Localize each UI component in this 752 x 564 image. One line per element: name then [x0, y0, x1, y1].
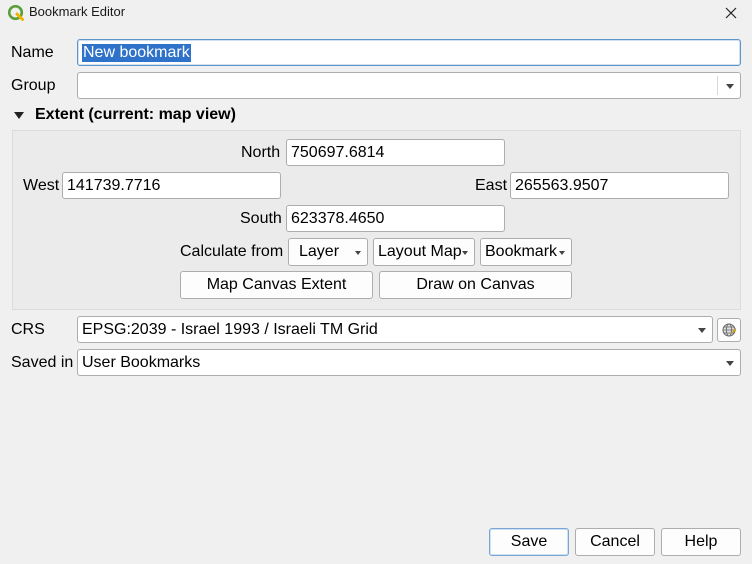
group-combobox[interactable] [77, 72, 741, 99]
calc-from-layer-button[interactable]: Layer [288, 238, 368, 266]
bookmark-editor-dialog: Bookmark Editor Name New bookmark Group … [0, 0, 752, 564]
saved-in-value: User Bookmarks [82, 353, 201, 371]
globe-crs-icon [722, 323, 736, 337]
calc-from-layout-map-label: Layout Map [378, 243, 462, 260]
map-canvas-extent-label: Map Canvas Extent [206, 276, 347, 293]
saved-in-combobox[interactable]: User Bookmarks [77, 349, 741, 376]
chevron-down-icon [698, 328, 706, 333]
east-label: East [475, 177, 508, 194]
draw-on-canvas-button[interactable]: Draw on Canvas [379, 271, 572, 299]
cancel-button[interactable]: Cancel [575, 528, 655, 556]
draw-on-canvas-label: Draw on Canvas [416, 276, 535, 293]
qgis-logo-icon [8, 5, 24, 21]
calc-from-bookmark-button[interactable]: Bookmark [480, 238, 572, 266]
map-canvas-extent-button[interactable]: Map Canvas Extent [180, 271, 373, 299]
name-label: Name [11, 44, 54, 61]
name-input[interactable]: New bookmark [77, 39, 741, 66]
cancel-label: Cancel [590, 533, 640, 550]
east-value: 265563.9507 [515, 176, 609, 194]
close-button[interactable] [716, 0, 746, 26]
calc-from-layer-label: Layer [299, 243, 340, 260]
name-input-value: New bookmark [82, 43, 191, 62]
chevron-down-icon [726, 84, 734, 89]
help-label: Help [684, 533, 718, 550]
extent-group-title: Extent (current: map view) [35, 106, 236, 123]
west-value: 141739.7716 [67, 176, 161, 194]
north-label: North [241, 144, 281, 161]
save-button[interactable]: Save [489, 528, 569, 556]
crs-combobox[interactable]: EPSG:2039 - Israel 1993 / Israeli TM Gri… [77, 316, 713, 343]
south-label: South [240, 210, 282, 227]
calc-from-bookmark-label: Bookmark [485, 243, 558, 260]
group-label: Group [11, 77, 56, 94]
crs-value: EPSG:2039 - Israel 1993 / Israeli TM Gri… [82, 320, 378, 338]
calc-from-layout-map-button[interactable]: Layout Map [373, 238, 475, 266]
west-input[interactable]: 141739.7716 [62, 172, 281, 199]
collapse-triangle-icon [14, 111, 24, 119]
extent-group-toggle[interactable]: Extent (current: map view) [12, 106, 236, 124]
help-button[interactable]: Help [661, 528, 741, 556]
crs-select-button[interactable] [717, 318, 741, 342]
crs-label: CRS [11, 321, 45, 338]
title-bar: Bookmark Editor [0, 0, 752, 26]
menu-arrow-icon [355, 251, 361, 255]
saved-in-label: Saved in [11, 354, 74, 371]
window-title: Bookmark Editor [29, 4, 126, 19]
north-value: 750697.6814 [291, 143, 385, 161]
south-value: 623378.4650 [291, 209, 385, 227]
calculate-from-label: Calculate from [180, 243, 284, 260]
west-label: West [23, 177, 60, 194]
east-input[interactable]: 265563.9507 [510, 172, 729, 199]
save-label: Save [510, 533, 548, 550]
north-input[interactable]: 750697.6814 [286, 139, 505, 166]
menu-arrow-icon [462, 251, 468, 255]
close-icon [725, 7, 737, 19]
south-input[interactable]: 623378.4650 [286, 205, 505, 232]
menu-arrow-icon [559, 251, 565, 255]
chevron-down-icon [726, 361, 734, 366]
combo-separator [717, 76, 718, 95]
